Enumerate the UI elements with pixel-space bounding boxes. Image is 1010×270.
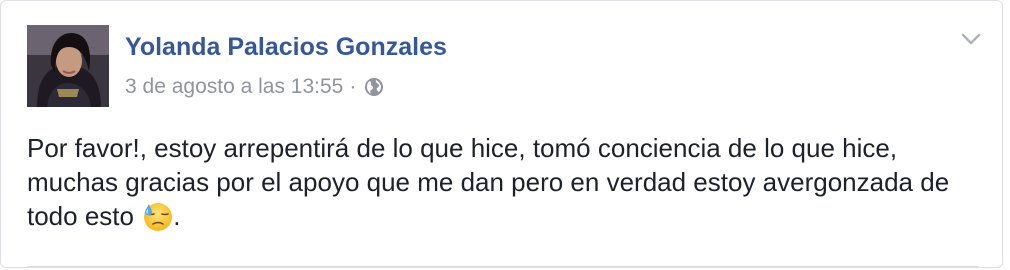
downcast-face-with-sweat-emoji-icon (143, 202, 173, 232)
timestamp-link[interactable]: 3 de agosto a las 13:55 (125, 75, 343, 99)
globe-icon[interactable] (364, 77, 384, 97)
chevron-down-icon[interactable] (959, 31, 983, 49)
avatar-photo (27, 25, 109, 107)
divider (27, 266, 979, 267)
post-message-suffix: . (173, 201, 181, 231)
post-meta: 3 de agosto a las 13:55 · (125, 75, 384, 99)
author-name-link[interactable]: Yolanda Palacios Gonzales (125, 33, 447, 62)
meta-separator: · (349, 75, 357, 98)
avatar[interactable] (27, 25, 109, 107)
post-card: Yolanda Palacios Gonzales 3 de agosto a … (0, 0, 1003, 268)
post-body: Por favor!, estoy arrepentirá de lo que … (27, 131, 977, 233)
